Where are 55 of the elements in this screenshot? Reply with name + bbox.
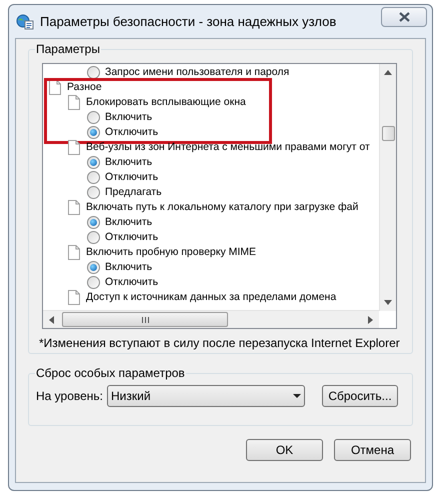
setting-label: Включать путь к локальному каталогу при загрузке фай xyxy=(86,200,358,215)
group-title: Сброс особых параметров xyxy=(35,366,186,380)
radio-button[interactable] xyxy=(87,111,100,124)
document-icon xyxy=(68,140,80,155)
window-title: Параметры безопасности - зона надежных узлов xyxy=(40,12,336,31)
radio-button[interactable] xyxy=(87,261,100,274)
right-arrow-icon xyxy=(368,316,373,324)
setting-label: Веб-узлы из зон Интернета с меньшими правами могут от xyxy=(86,140,370,155)
option-label: Отключить xyxy=(105,170,158,185)
document-icon xyxy=(49,80,61,95)
document-icon xyxy=(68,245,80,260)
settings-list[interactable] xyxy=(42,63,397,329)
scroll-thumb[interactable] xyxy=(382,126,395,141)
close-button[interactable] xyxy=(381,7,427,27)
radio-button[interactable] xyxy=(87,186,100,199)
setting-label: Блокировать всплывающие окна xyxy=(86,94,246,110)
group-title: Параметры xyxy=(35,42,101,56)
option-label: Отключить xyxy=(105,124,158,140)
up-arrow-icon xyxy=(384,70,392,75)
setting-label: Включить пробную проверку MIME xyxy=(86,244,256,260)
document-icon xyxy=(68,200,80,215)
radio-button[interactable] xyxy=(87,156,100,169)
dropdown-arrow-icon xyxy=(293,394,302,398)
scroll-thumb[interactable] xyxy=(62,312,228,327)
document-icon xyxy=(68,95,80,110)
radio-button[interactable] xyxy=(87,66,100,79)
radio-button[interactable] xyxy=(87,216,100,229)
option-label: Включить xyxy=(105,214,152,230)
down-arrow-icon xyxy=(384,300,392,305)
vertical-scrollbar[interactable] xyxy=(379,64,396,311)
document-icon xyxy=(68,290,80,305)
level-label: На уровень: xyxy=(36,388,104,405)
option-label: Включить xyxy=(105,260,152,275)
level-dropdown[interactable]: Низкий xyxy=(107,385,306,407)
option-label: Включить xyxy=(105,110,152,125)
option-label: Включить xyxy=(105,154,152,170)
radio-button[interactable] xyxy=(87,171,100,184)
reset-button[interactable]: Сбросить... xyxy=(322,385,398,407)
option-label: Предлагать xyxy=(105,184,162,200)
left-arrow-icon xyxy=(49,316,54,324)
option-label: Отключить xyxy=(105,274,158,290)
dialog-button[interactable]: OK xyxy=(246,439,323,461)
option-label: Отключить xyxy=(105,230,158,245)
option-label: Запрос имени пользователя и пароля xyxy=(105,64,290,80)
radio-button[interactable] xyxy=(87,231,100,244)
category-label: Разное xyxy=(67,80,102,95)
grip-icon xyxy=(142,316,148,322)
horizontal-scrollbar[interactable] xyxy=(43,310,379,328)
setting-label: Доступ к источникам данных за пределами домена xyxy=(86,290,336,305)
dialog-button[interactable]: Отмена xyxy=(334,439,411,461)
close-icon xyxy=(398,12,410,22)
radio-button[interactable] xyxy=(87,126,100,139)
radio-button[interactable] xyxy=(87,276,100,289)
globe-icon xyxy=(16,14,34,30)
restart-note: *Изменения вступают в силу после перезапуска Internet Explorer xyxy=(39,335,399,352)
